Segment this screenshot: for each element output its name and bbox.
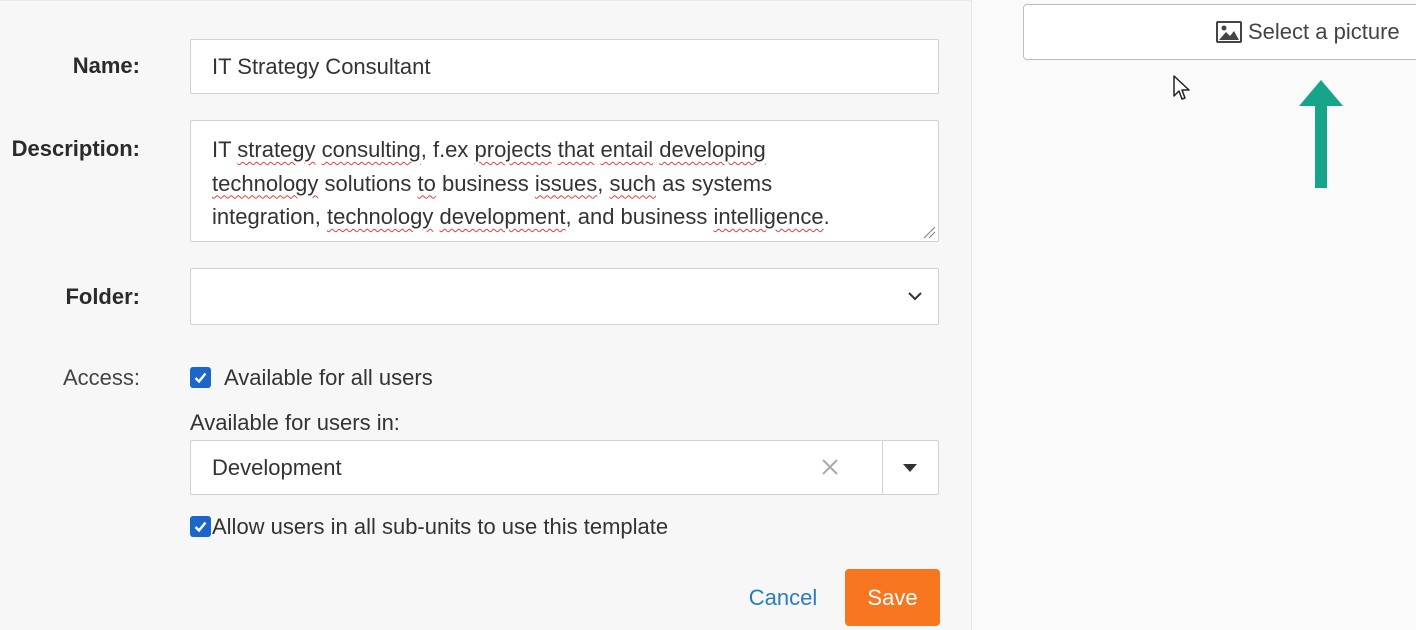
available-all-checkbox[interactable] [190, 367, 211, 388]
cancel-button[interactable]: Cancel [736, 571, 830, 625]
description-line: IT strategy consulting, f.ex projects th… [212, 133, 908, 167]
select-picture-label: Select a picture [1248, 19, 1400, 44]
available-all-label[interactable]: Available for all users [224, 365, 433, 391]
misspelled-word: intelligence [713, 204, 824, 229]
description-segment: , f.ex [420, 137, 475, 162]
name-input[interactable]: IT Strategy Consultant [190, 39, 939, 94]
clear-icon[interactable] [819, 456, 841, 478]
description-segment: IT [212, 137, 238, 162]
name-label: Name: [72, 53, 140, 78]
check-icon [194, 372, 207, 384]
mouse-cursor-icon [1173, 75, 1190, 100]
description-label: Description: [11, 136, 140, 161]
misspelled-word: such [609, 170, 656, 196]
description-segment: as systems [655, 170, 773, 196]
misspelled-word: developing [659, 137, 766, 162]
misspelled-word: technology [212, 170, 319, 196]
misspelled-word: that [557, 137, 595, 162]
description-text: IT strategy consulting, f.ex projects th… [212, 133, 908, 234]
description-line: technology solutions to business issues,… [212, 167, 908, 201]
check-icon [194, 521, 207, 533]
misspelled-word: issues [534, 170, 598, 196]
folder-label: Folder: [65, 284, 140, 309]
description-segment: . [823, 204, 830, 229]
image-icon [1216, 21, 1242, 43]
unit-value: Development [212, 455, 342, 480]
misspelled-word: to [417, 170, 436, 196]
description-textarea[interactable]: IT strategy consulting, f.ex projects th… [190, 120, 939, 242]
misspelled-word: strategy [237, 137, 316, 162]
save-button[interactable]: Save [845, 569, 940, 626]
description-segment: business [435, 170, 535, 196]
unit-select[interactable]: Development [190, 440, 939, 495]
available-in-label: Available for users in: [190, 410, 400, 435]
folder-select[interactable] [190, 268, 939, 325]
misspelled-word: entail [600, 137, 654, 162]
allow-subunits-label[interactable]: Allow users in all sub-units to use this… [212, 514, 668, 540]
description-line: integration, technology development, and… [212, 200, 908, 234]
resize-grip-icon[interactable] [922, 225, 936, 239]
template-form-panel: Name: IT Strategy Consultant Description… [0, 0, 972, 630]
description-segment: solutions [318, 170, 418, 196]
chevron-down-icon [908, 292, 922, 301]
select-picture-button[interactable]: Select a picture [1023, 4, 1416, 60]
description-segment: integration, [212, 204, 327, 229]
access-label: Access: [62, 365, 140, 390]
description-segment: , [597, 170, 610, 196]
misspelled-word: technology [326, 204, 434, 229]
select-divider [882, 441, 883, 494]
misspelled-word: consulting [321, 137, 421, 162]
allow-subunits-checkbox[interactable] [190, 516, 211, 537]
arrow-up-icon [1299, 80, 1343, 188]
misspelled-word: projects [474, 137, 552, 162]
misspelled-word: development [439, 204, 566, 229]
caret-down-icon[interactable] [903, 463, 917, 473]
description-segment: , and business [565, 204, 714, 229]
